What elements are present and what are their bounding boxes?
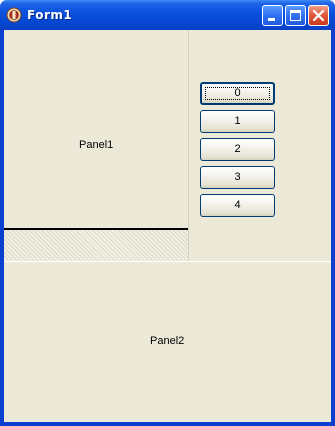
title-bar[interactable]: Form1: [0, 0, 335, 30]
app-window: Form1 Panel1 0 1 2 3 4 Panel2: [0, 0, 335, 426]
maximize-button[interactable]: [285, 5, 306, 26]
button-4[interactable]: 4: [200, 194, 275, 217]
minimize-button[interactable]: [262, 5, 283, 26]
panel2: Panel2: [4, 262, 331, 422]
form-client-area: Panel1 0 1 2 3 4 Panel2: [4, 30, 331, 422]
vertical-splitter[interactable]: [188, 30, 189, 262]
button-2[interactable]: 2: [200, 138, 275, 161]
delphi-app-icon[interactable]: [6, 7, 22, 23]
minimize-icon: [268, 18, 275, 21]
button-1[interactable]: 1: [200, 110, 275, 133]
window-title: Form1: [27, 8, 73, 22]
panel1-caption: Panel1: [79, 139, 114, 151]
button-0[interactable]: 0: [200, 82, 275, 105]
close-button[interactable]: [308, 5, 329, 26]
button-3[interactable]: 3: [200, 166, 275, 189]
maximize-icon: [290, 10, 301, 21]
splitter-drag-area[interactable]: [4, 230, 188, 262]
close-icon: [312, 9, 325, 22]
panel2-caption: Panel2: [150, 335, 185, 347]
panel1: Panel1: [4, 30, 188, 228]
